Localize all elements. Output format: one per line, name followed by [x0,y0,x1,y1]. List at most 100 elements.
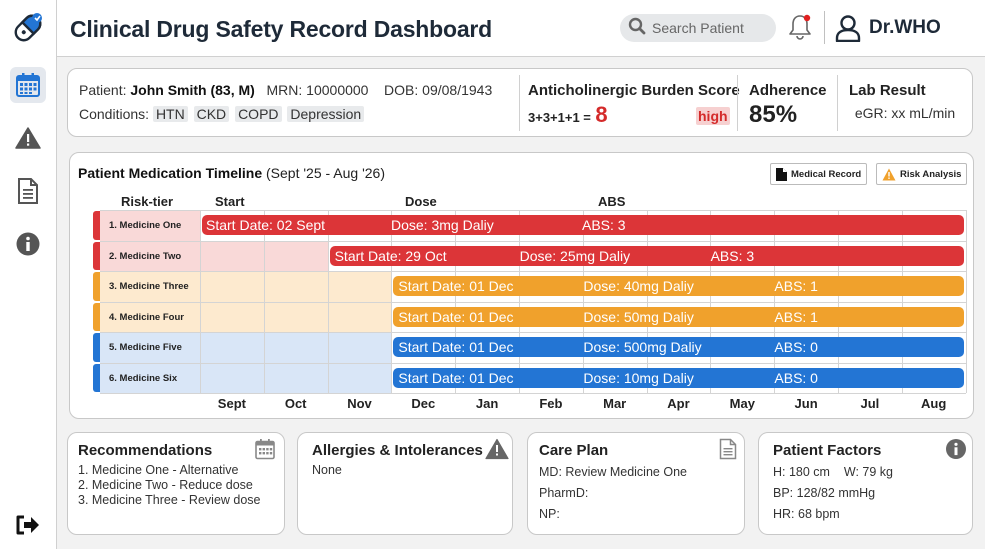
medication-bar[interactable]: Start Date: 01 Dec Dose: 500mg Daliy ABS: … [393,337,964,357]
divider [837,75,838,131]
conditions-row: Conditions: HTN CKD COPD Depression [79,106,366,122]
patient-identity: Patient: John Smith (83, M) MRN: 1000000… [79,82,492,98]
tier-indicator [93,211,100,240]
grid-line [100,301,966,303]
bar-start-date: Start Date: 01 Dec [398,369,514,386]
medication-bar[interactable]: Start Date: 01 Dec Dose: 10mg Daliy ABS: 0 [393,367,964,388]
height-value: H: 180 cm [773,465,830,479]
divider [519,75,520,131]
patient-factors-card: Patient Factors H: 180 cm W: 79 kg BP: 1… [758,432,973,535]
condition-tag: COPD [235,106,282,122]
medication-label: 1. Medicine One [109,220,182,231]
search-input[interactable] [652,20,770,36]
risk-analysis-label: Risk Analysis [900,168,962,180]
mrn-value: 10000000 [306,82,369,98]
mrn-label: MRN: [266,82,303,98]
header: Clinical Drug Safety Record Dashboard Dr… [57,0,985,57]
medication-bar[interactable]: Start Date: 29 Oct Dose: 25mg Daliy ABS: 3 [329,245,964,266]
column-header-dose: Dose [405,194,437,209]
medication-label: 6. Medicine Six [109,372,178,384]
document-icon [776,167,787,181]
capsule-icon[interactable] [10,9,46,47]
document-icon[interactable] [719,438,737,465]
list-item: 3. Medicine Three - Review dose [78,493,261,507]
bar-dose: Dose: 50mg Daliy [583,308,694,325]
lab-result-value: eGR: xx mL/min [854,105,956,121]
bar-dose: Dose: 40mg Daliy [583,278,694,294]
bar-dose: Dose: 10mg Daliy [583,369,694,386]
condition-tag: CKD [193,106,230,122]
conditions-label: Conditions: [79,106,150,122]
search-box[interactable] [620,14,776,42]
grid-line [100,210,966,211]
grid-line [100,332,966,333]
bar-start-date: Start Date: 01 Dec [398,339,514,355]
month-label: Jul [860,396,880,411]
medication-label: 4. Medicine Four [109,311,184,323]
warning-icon[interactable] [10,120,46,156]
weight-value: W: 79 kg [843,465,893,479]
warning-icon[interactable] [485,438,509,465]
medical-record-button[interactable]: Medical Record [770,163,868,185]
bar-abs: ABS: 0 [774,369,818,386]
sidebar [0,0,57,549]
column-header-start: Start [215,194,245,209]
timeline-title: Patient Medication Timeline (Sept '25 - … [78,165,385,181]
hr-value: HR: 68 bpm [773,507,840,521]
patient-factors-title: Patient Factors [773,442,882,459]
calendar-icon[interactable] [10,67,46,103]
medication-bar[interactable]: Start Date: 01 Dec Dose: 40mg Daliy ABS: 1 [393,276,964,296]
bar-dose: Dose: 3mg Daliy [391,217,494,233]
bar-abs: ABS: 1 [774,278,818,294]
patient-factors-body: H: 180 cm W: 79 kg [773,465,893,479]
care-plan-np: NP: [539,507,560,521]
grid-line [100,271,966,272]
medication-timeline-card: Patient Medication Timeline (Sept '25 - … [69,152,974,419]
divider [737,75,738,131]
bar-dose: Dose: 500mg Daliy [583,339,702,355]
medication-bar[interactable]: Start Date: 01 Dec Dose: 50mg Daliy ABS: 1 [393,306,964,327]
list-item: 2. Medicine Two - Reduce dose [78,478,253,492]
risk-analysis-button[interactable]: Risk Analysis [876,163,968,185]
medication-label: 3. Medicine Three [109,281,189,292]
bell-icon[interactable] [788,13,812,41]
grid-line [100,240,966,242]
care-plan-pharmd: PharmD: [539,486,589,500]
month-label: Dec [411,396,436,411]
calendar-icon[interactable] [254,438,276,465]
logout-icon[interactable] [10,507,46,543]
month-label: May [729,396,755,411]
allergies-value: None [312,463,342,477]
bar-abs: ABS: 1 [774,308,818,325]
info-icon[interactable] [10,226,46,262]
risk-level-badge: high [696,107,730,125]
tier-indicator [93,363,100,392]
bar-start-date: Start Date: 01 Dec [398,278,514,294]
bar-start-date: Start Date: 01 Dec [398,308,514,325]
patient-summary-card: Patient: John Smith (83, M) MRN: 1000000… [67,68,973,137]
month-label: Aug [921,396,947,411]
bar-abs: ABS: 0 [774,339,818,355]
tier-indicator [93,333,100,362]
care-plan-card: Care Plan MD: Review Medicine One PharmD… [527,432,745,535]
column-header-abs: ABS [598,194,626,209]
bar-dose: Dose: 25mg Daliy [519,247,631,264]
acb-total: 8 [595,102,608,127]
care-plan-title: Care Plan [539,442,609,459]
user-icon[interactable] [835,14,861,43]
recommendations-card: Recommendations 1. Medicine One - Altern… [67,432,285,535]
month-label: Oct [284,396,307,411]
medication-label: 2. Medicine Two [109,250,182,262]
month-label: Jan [475,396,499,411]
allergies-card: Allergies & Intolerances None [297,432,513,535]
tier-indicator [93,272,100,301]
bar-start-date: Start Date: 02 Sept [206,217,326,233]
patient-label: Patient: [79,82,127,98]
user-name[interactable]: Dr.WHO [869,17,941,39]
medical-record-label: Medical Record [791,168,862,180]
month-label: Jun [794,396,818,411]
info-icon[interactable] [945,438,967,465]
timeline-title-text: Patient Medication Timeline [78,165,263,181]
document-icon[interactable] [10,173,46,209]
medication-bar[interactable]: Start Date: 02 Sept Dose: 3mg Daliy ABS: 3 [202,215,964,235]
